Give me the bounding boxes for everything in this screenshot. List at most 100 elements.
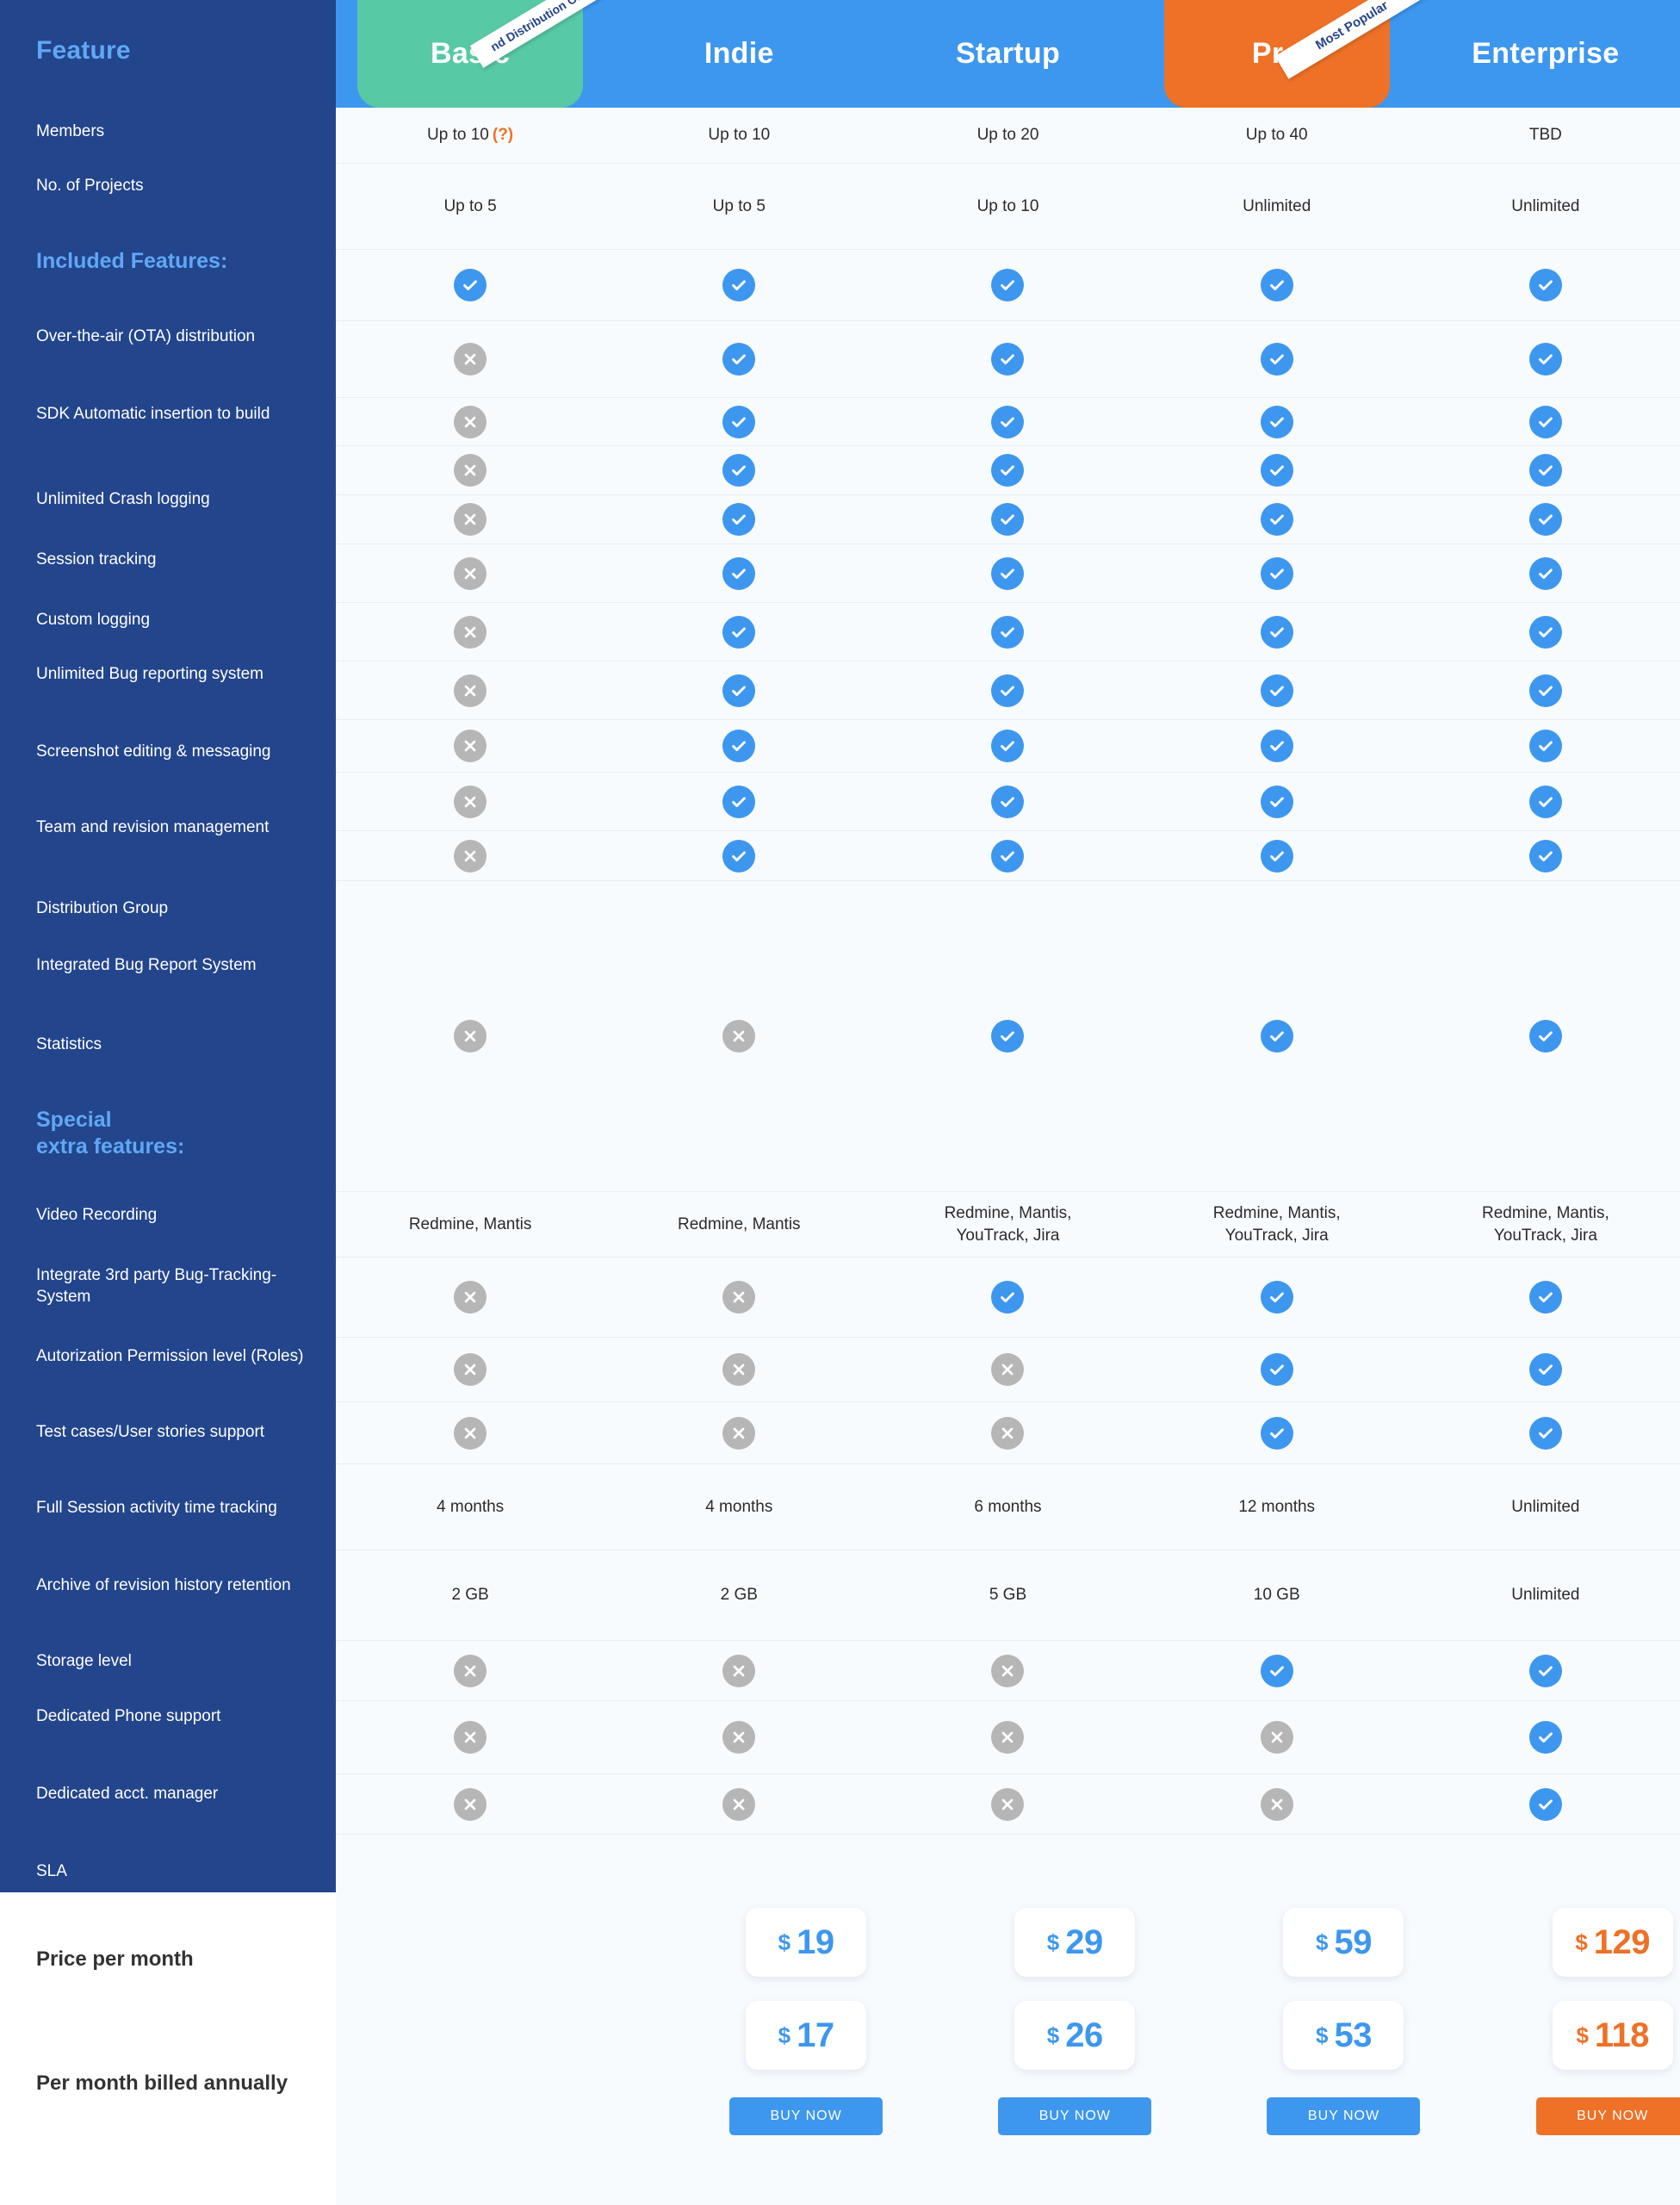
- plan-header-basic[interactable]: nd Distribution Only Basic: [336, 0, 613, 108]
- cell-included: [1143, 1402, 1411, 1463]
- cell-excluded: [1143, 1701, 1411, 1773]
- cell-value: 6 months: [873, 1464, 1142, 1550]
- section-heading-special-line2: extra features:: [36, 1134, 185, 1158]
- comparison-rows: Up to 10 (?) Up to 10 Up to 20 Up to 40 TBD Up…: [336, 108, 1680, 2205]
- table-row: 4 months 4 months 6 months 12 months Unlimit…: [336, 1464, 1680, 1550]
- plan-header-indie[interactable]: Indie: [604, 0, 873, 108]
- check-icon: [1260, 1281, 1293, 1314]
- cell-included: [873, 831, 1142, 880]
- section-heading-special-line1: Special: [36, 1108, 112, 1132]
- cell-excluded: [604, 1338, 873, 1401]
- check-icon: [722, 615, 756, 649]
- cell-excluded: [336, 398, 604, 445]
- check-icon: [1260, 1654, 1293, 1687]
- table-row: [336, 1338, 1680, 1402]
- cell-included: [1411, 881, 1680, 1191]
- cell-included: [1143, 398, 1411, 445]
- cell-included: [1411, 662, 1680, 719]
- cell-excluded: [604, 1641, 873, 1700]
- annual-price-box: $17: [746, 2001, 867, 2070]
- feature-label: Screenshot editing & messaging: [36, 742, 271, 761]
- cell-text: Unlimited: [1511, 1497, 1580, 1516]
- cell-text: Up to 5: [443, 196, 497, 215]
- buy-now-button[interactable]: BUY NOW: [1267, 2097, 1421, 2135]
- feature-label: Archive of revision history retention: [36, 1576, 291, 1594]
- check-icon: [991, 556, 1025, 590]
- feature-label: Unlimited Bug reporting system: [36, 665, 263, 683]
- check-icon: [722, 343, 756, 376]
- cell-included: [1411, 720, 1680, 772]
- table-row: [336, 720, 1680, 773]
- plan-header-band: nd Distribution Only Basic Indie Startup Mos…: [336, 0, 1680, 108]
- check-icon: [1260, 730, 1293, 762]
- page-title: Feature: [36, 36, 131, 65]
- cell-excluded: [336, 1402, 604, 1463]
- members-help-icon[interactable]: (?): [493, 124, 513, 146]
- cell-value: Up to 40: [1143, 108, 1411, 163]
- cell-text: Unlimited: [1511, 196, 1580, 215]
- cell-excluded: [336, 881, 604, 1191]
- feature-label: Autorization Permission level (Roles): [36, 1347, 304, 1365]
- buy-now-button[interactable]: BUY NOW: [729, 2097, 883, 2135]
- cell-included: [1411, 250, 1680, 320]
- cell-text: 2 GB: [720, 1586, 758, 1604]
- cell-text: 5 GB: [989, 1586, 1027, 1604]
- table-row: [336, 321, 1680, 398]
- cell-excluded: [336, 1701, 604, 1773]
- cell-excluded: [604, 881, 873, 1191]
- cell-included: [604, 446, 873, 494]
- check-icon: [722, 785, 756, 818]
- cell-included: [873, 495, 1142, 543]
- cross-icon: [454, 839, 487, 873]
- cell-excluded: [336, 773, 604, 830]
- check-icon: [722, 503, 756, 536]
- cross-icon: [454, 1353, 487, 1386]
- plan-header-enterprise[interactable]: Enterprise: [1411, 0, 1680, 108]
- cross-icon: [454, 454, 487, 487]
- cell-value: Redmine, Mantis: [604, 1192, 873, 1257]
- cell-included: [1143, 603, 1411, 661]
- check-icon: [1260, 674, 1293, 707]
- cross-icon: [1260, 1787, 1293, 1821]
- cross-icon: [454, 1416, 487, 1450]
- check-icon: [991, 839, 1025, 873]
- cell-included: [1143, 773, 1411, 830]
- cell-value: Up to 20: [873, 108, 1142, 163]
- cross-icon: [454, 405, 487, 438]
- cell-included: [873, 720, 1142, 772]
- currency-symbol: $: [1046, 1929, 1060, 1955]
- table-row: Up to 5 Up to 5 Up to 10 Unlimited Unlimited: [336, 164, 1680, 250]
- cell-included: [604, 495, 873, 543]
- cell-value: 5 GB: [873, 1550, 1142, 1640]
- cell-included: [1411, 1641, 1680, 1700]
- cell-value: Redmine, Mantis: [336, 1192, 604, 1257]
- buy-now-button[interactable]: BUY NOW: [998, 2097, 1152, 2135]
- currency-symbol: $: [778, 1929, 791, 1955]
- check-icon: [991, 1281, 1025, 1314]
- plan-header-startup[interactable]: Startup: [873, 0, 1142, 108]
- monthly-price-value: 129: [1593, 1922, 1651, 1961]
- cell-excluded: [336, 446, 604, 494]
- currency-symbol: $: [1316, 1929, 1329, 1955]
- cell-text: Unlimited: [1511, 1586, 1580, 1604]
- feature-label: Unlimited Crash logging: [36, 490, 210, 508]
- check-icon: [1528, 454, 1562, 487]
- check-icon: [1260, 269, 1293, 301]
- currency-symbol: $: [1316, 2022, 1329, 2048]
- cell-text: Up to 40: [1245, 126, 1308, 144]
- buy-now-button[interactable]: BUY NOW: [1535, 2097, 1680, 2135]
- monthly-price-value: 29: [1065, 1922, 1103, 1961]
- feature-label: Integrated Bug Report System: [36, 956, 257, 974]
- check-icon: [722, 454, 756, 487]
- cell-text: 4 months: [437, 1497, 505, 1516]
- check-icon: [1528, 503, 1562, 536]
- currency-symbol: $: [1576, 2022, 1589, 2048]
- plan-header-pro[interactable]: Most Popular Pro: [1143, 0, 1429, 108]
- check-icon: [1528, 730, 1562, 762]
- cell-text: Up to 20: [976, 126, 1039, 144]
- cell-text: 6 months: [974, 1497, 1042, 1516]
- cell-value: Unlimited: [1411, 1550, 1680, 1640]
- feature-label: SLA: [36, 1862, 67, 1880]
- cross-icon: [454, 556, 487, 590]
- cell-value: Up to 10: [604, 108, 873, 163]
